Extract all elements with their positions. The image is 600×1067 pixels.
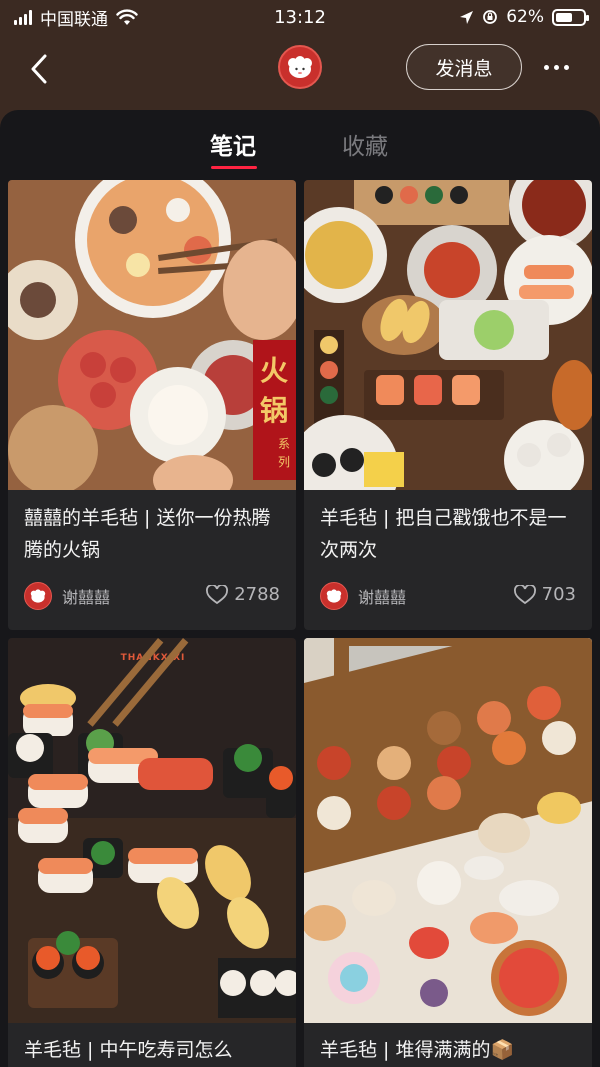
tab-bar: 笔记 收藏 — [0, 110, 600, 178]
tab-favorites[interactable]: 收藏 — [320, 130, 410, 164]
signal-icon — [14, 9, 32, 25]
note-cover-image — [304, 180, 592, 490]
hotpot-series-char: 系 — [278, 437, 290, 451]
like-button[interactable]: 703 — [513, 584, 576, 605]
battery-icon — [552, 8, 589, 26]
carrier-label: 中国联通 — [40, 9, 108, 30]
battery-percent: 62% — [506, 7, 544, 27]
hotpot-title-char: 火 — [260, 354, 288, 387]
note-cover-image — [304, 638, 592, 1023]
note-author[interactable]: 谢囍囍 — [320, 582, 406, 610]
chevron-left-icon — [31, 54, 47, 84]
heart-icon — [206, 584, 229, 604]
note-title: 羊毛毡 | 堆得满满的📦 — [320, 1039, 515, 1061]
wifi-icon — [116, 8, 138, 25]
note-card[interactable]: THANKXIXI 羊毛毡 | 中午吃寿司怎么 — [8, 638, 296, 1067]
sheep-avatar-icon — [288, 56, 312, 78]
header: 发消息 — [0, 34, 600, 104]
hotpot-title-char: 锅 — [260, 394, 288, 427]
status-bar: 中国联通 13:12 62% — [0, 0, 600, 34]
location-icon — [460, 10, 474, 24]
tab-notes[interactable]: 笔记 — [188, 130, 278, 164]
note-cover-image: THANKXIXI — [8, 638, 296, 1023]
avatar — [320, 582, 348, 610]
author-name: 谢囍囍 — [62, 588, 111, 607]
back-button[interactable] — [22, 52, 56, 86]
sheep-avatar-icon — [30, 589, 46, 603]
note-author[interactable]: 谢囍囍 — [24, 582, 110, 610]
send-message-button[interactable]: 发消息 — [406, 44, 522, 90]
note-title: 羊毛毡 | 把自己戳饿也不是一次两次 — [320, 507, 567, 561]
like-count: 2788 — [234, 584, 280, 605]
active-tab-indicator — [211, 166, 257, 169]
heart-icon — [513, 584, 536, 604]
note-card[interactable]: 火 锅 系 列 囍囍的羊毛毡 | 送你一份热腾腾的火锅 谢囍囍 2788 — [8, 180, 296, 630]
note-title: 囍囍的羊毛毡 | 送你一份热腾腾的火锅 — [24, 507, 271, 561]
like-button[interactable]: 2788 — [206, 584, 280, 605]
note-cover-image: 火 锅 系 列 — [8, 180, 296, 490]
more-dots-icon[interactable] — [536, 52, 576, 82]
note-title: 羊毛毡 | 中午吃寿司怎么 — [24, 1039, 233, 1061]
avatar[interactable] — [278, 45, 322, 89]
note-card[interactable]: 羊毛毡 | 把自己戳饿也不是一次两次 谢囍囍 703 — [304, 180, 592, 630]
avatar — [24, 582, 52, 610]
rotation-lock-icon — [483, 10, 498, 24]
content-sheet: 笔记 收藏 火 锅 系 列 囍囍的羊毛毡 | 送你一份热腾腾的火锅 谢囍囍 27… — [0, 110, 600, 1067]
sheep-avatar-icon — [326, 589, 342, 603]
note-card[interactable]: 羊毛毡 | 堆得满满的📦 — [304, 638, 592, 1067]
like-count: 703 — [541, 584, 576, 605]
hotpot-series-char: 列 — [278, 455, 290, 469]
author-name: 谢囍囍 — [358, 588, 407, 607]
